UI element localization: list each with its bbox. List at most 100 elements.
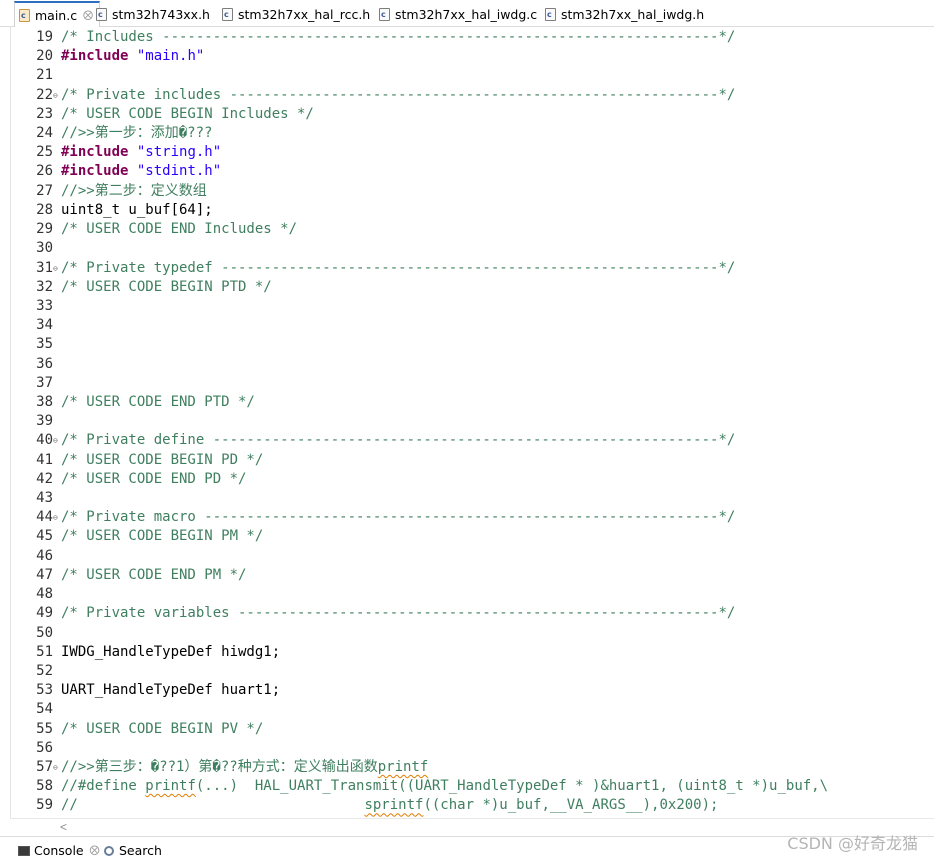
- code-line: 31 ⊖/* Private typedef ------------------…: [11, 259, 934, 278]
- tab-stm32h7xx-hal-iwdg-c[interactable]: c stm32h7xx_hal_iwdg.c: [375, 2, 543, 27]
- line-number: 38: [36, 393, 53, 410]
- code-text: /* Private typedef ---------------------…: [61, 259, 735, 278]
- fold-toggle-icon[interactable]: ⊖: [53, 758, 61, 777]
- line-number: 34: [36, 317, 53, 334]
- code-line: 53 UART_HandleTypeDef huart1;: [11, 681, 934, 700]
- code-token: /* USER CODE BEGIN Includes */: [61, 105, 314, 122]
- code-text: /* Private variables -------------------…: [61, 604, 735, 623]
- line-number: 21: [36, 67, 53, 84]
- line-number: 37: [36, 374, 53, 391]
- code-text: #include "main.h": [61, 47, 204, 66]
- code-line: 37: [11, 374, 934, 393]
- code-text: IWDG_HandleTypeDef hiwdg1;: [61, 643, 280, 662]
- code-token: ((char *)u_buf,__VA_ARGS__),0x200);: [423, 797, 719, 814]
- code-text: /* Private includes --------------------…: [61, 86, 735, 105]
- code-line: 21: [11, 66, 934, 85]
- line-number: 55: [36, 720, 53, 737]
- line-number: 51: [36, 643, 53, 660]
- code-line: 22 ⊖/* Private includes -----------------…: [11, 86, 934, 105]
- line-number: 56: [36, 739, 53, 756]
- code-line: 34: [11, 316, 934, 335]
- tab-label: Console: [34, 843, 84, 858]
- code-text: //#define printf(...) HAL_UART_Transmit(…: [61, 777, 828, 796]
- code-token: #include: [61, 48, 129, 65]
- code-text: UART_HandleTypeDef huart1;: [61, 681, 280, 700]
- line-number: 48: [36, 586, 53, 603]
- console-icon: [18, 845, 30, 856]
- line-number: 40: [36, 432, 53, 449]
- code-token: //#define: [61, 778, 146, 795]
- code-line: 26 #include "stdint.h": [11, 162, 934, 181]
- code-line: 19 /* Includes --------------------------…: [11, 28, 934, 47]
- fold-toggle-icon[interactable]: ⊖: [53, 508, 61, 527]
- code-line: 45 /* USER CODE BEGIN PM */: [11, 527, 934, 546]
- code-line: 56: [11, 739, 934, 758]
- tab-label: stm32h7xx_hal_iwdg.c: [395, 7, 538, 22]
- line-number: 23: [36, 105, 53, 122]
- code-line: 54: [11, 700, 934, 719]
- code-line: 41 /* USER CODE BEGIN PD */: [11, 451, 934, 470]
- code-token: /* Private includes --------------------…: [61, 86, 736, 103]
- code-line: 20 #include "main.h": [11, 47, 934, 66]
- c-file-icon: c: [19, 8, 30, 22]
- code-token: printf: [145, 778, 196, 795]
- scroll-left-arrow-icon[interactable]: <: [60, 820, 67, 834]
- code-token: /* Private macro -----------------------…: [61, 509, 736, 526]
- line-number: 53: [36, 682, 53, 699]
- line-number: 42: [36, 470, 53, 487]
- line-number: 25: [36, 144, 53, 161]
- line-number: 36: [36, 355, 53, 372]
- tab-label: stm32h7xx_hal_rcc.h: [238, 7, 371, 22]
- code-token: (...) HAL_UART_Transmit((UART_HandleType…: [195, 778, 829, 795]
- code-text: //>>第一步：添加�???: [61, 124, 212, 143]
- tab-search[interactable]: Search: [104, 843, 162, 858]
- tab-console[interactable]: Console ⨂: [18, 843, 100, 858]
- fold-toggle-icon[interactable]: ⊖: [53, 431, 61, 450]
- code-line: 44 ⊖/* Private macro --------------------…: [11, 508, 934, 527]
- line-number: 41: [36, 451, 53, 468]
- tab-label: stm32h7xx_hal_iwdg.h: [561, 7, 705, 22]
- code-line: 36: [11, 355, 934, 374]
- code-token: //: [61, 797, 365, 814]
- line-number: 58: [36, 778, 53, 795]
- code-text: /* USER CODE END PM */: [61, 566, 246, 585]
- line-number: 39: [36, 413, 53, 430]
- code-text: /* USER CODE BEGIN PTD */: [61, 278, 272, 297]
- header-file-icon: c: [96, 8, 107, 21]
- code-token: /* USER CODE BEGIN PTD */: [61, 278, 272, 295]
- code-line: 42 /* USER CODE END PD */: [11, 470, 934, 489]
- code-token: #include: [61, 144, 129, 161]
- code-token: /* USER CODE BEGIN PM */: [61, 528, 264, 545]
- line-number: 19: [36, 29, 53, 45]
- code-token: "string.h": [136, 144, 222, 161]
- code-token: /* Private variables -------------------…: [61, 605, 736, 622]
- code-editor[interactable]: 19 /* Includes --------------------------…: [10, 27, 934, 818]
- code-text: /* USER CODE BEGIN PV */: [61, 720, 263, 739]
- code-token: UART_HandleTypeDef huart1;: [61, 682, 281, 699]
- line-number: 32: [36, 278, 53, 295]
- code-token: /* Private define ----------------------…: [61, 432, 736, 449]
- line-number: 54: [36, 701, 53, 718]
- code-line: 58 //#define printf(...) HAL_UART_Transmi…: [11, 777, 934, 796]
- line-number: 59: [36, 797, 53, 814]
- code-line: 27 //>>第二步：定义数组: [11, 182, 934, 201]
- close-icon[interactable]: ⨂: [90, 845, 100, 856]
- code-line: 40 ⊖/* Private define -------------------…: [11, 431, 934, 450]
- line-number: 26: [36, 163, 53, 180]
- line-number: 35: [36, 336, 53, 353]
- code-line: 29 /* USER CODE END Includes */: [11, 220, 934, 239]
- code-text: /* USER CODE END Includes */: [61, 220, 297, 239]
- code-token: "main.h": [136, 48, 205, 65]
- tab-main-c[interactable]: c main.c ⨂: [14, 1, 101, 27]
- code-line: 50: [11, 624, 934, 643]
- tab-stm32h7xx-hal-iwdg-h[interactable]: c stm32h7xx_hal_iwdg.h: [541, 2, 710, 27]
- tab-stm32h7xx-hal-rcc-h[interactable]: c stm32h7xx_hal_rcc.h: [218, 2, 376, 27]
- code-text: /* USER CODE END PTD */: [61, 393, 255, 412]
- fold-toggle-icon[interactable]: ⊖: [53, 86, 61, 105]
- code-token: //>>第二步：定义数组: [61, 182, 207, 199]
- header-file-icon: c: [222, 8, 233, 21]
- watermark: CSDN @好奇龙猫: [787, 834, 918, 853]
- fold-toggle-icon[interactable]: ⊖: [53, 259, 61, 278]
- tab-stm32h743xx-h[interactable]: c stm32h743xx.h: [92, 2, 216, 27]
- code-token: uint8_t u_buf[64];: [61, 201, 213, 218]
